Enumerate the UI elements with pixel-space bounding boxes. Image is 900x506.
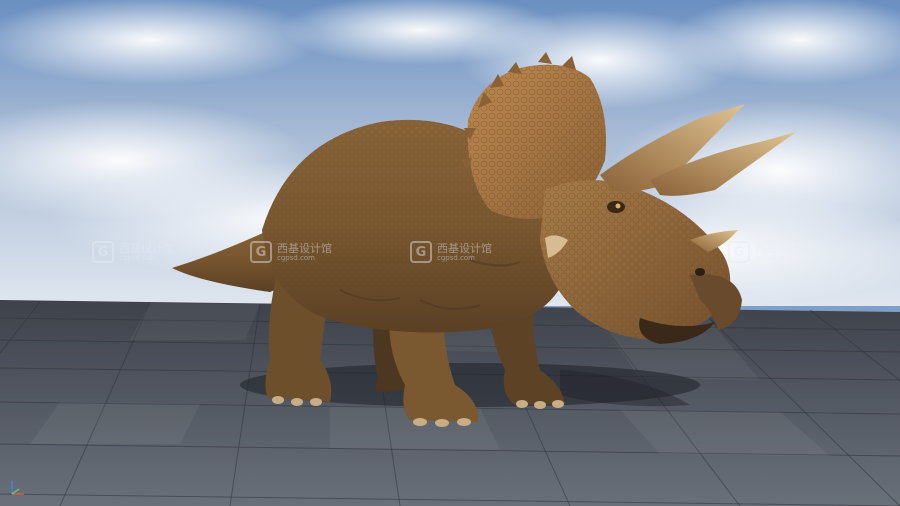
g-logo-icon: G xyxy=(92,241,114,263)
watermark-sub: cgpsd.com xyxy=(437,253,476,262)
watermark-sub: cgpsd.com xyxy=(119,253,158,262)
g-logo-icon: G xyxy=(250,241,272,263)
watermark-brand: 西基设计馆 xyxy=(755,241,810,255)
g-logo-icon: G xyxy=(728,241,750,263)
g-logo-icon: G xyxy=(410,241,432,263)
watermark: G 西基设计馆 cgpsd.com xyxy=(92,240,174,264)
axis-gizmo-icon xyxy=(11,481,24,495)
watermark-brand: 西基设计馆 xyxy=(437,241,492,255)
watermark-brand: 西基设计馆 xyxy=(119,241,174,255)
watermark: G 西基设计馆 cgpsd.com xyxy=(250,240,332,264)
watermark-brand: 西基设计馆 xyxy=(277,241,332,255)
watermark-sub: cgpsd.com xyxy=(755,253,794,262)
watermark: G 西基设计馆 cgpsd.com xyxy=(728,240,810,264)
watermark-sub: cgpsd.com xyxy=(277,253,316,262)
viewport-scene[interactable]: G 西基设计馆 cgpsd.com G 西基设计馆 cgpsd.com G 西基… xyxy=(0,0,900,506)
watermark: G 西基设计馆 cgpsd.com xyxy=(410,240,492,264)
